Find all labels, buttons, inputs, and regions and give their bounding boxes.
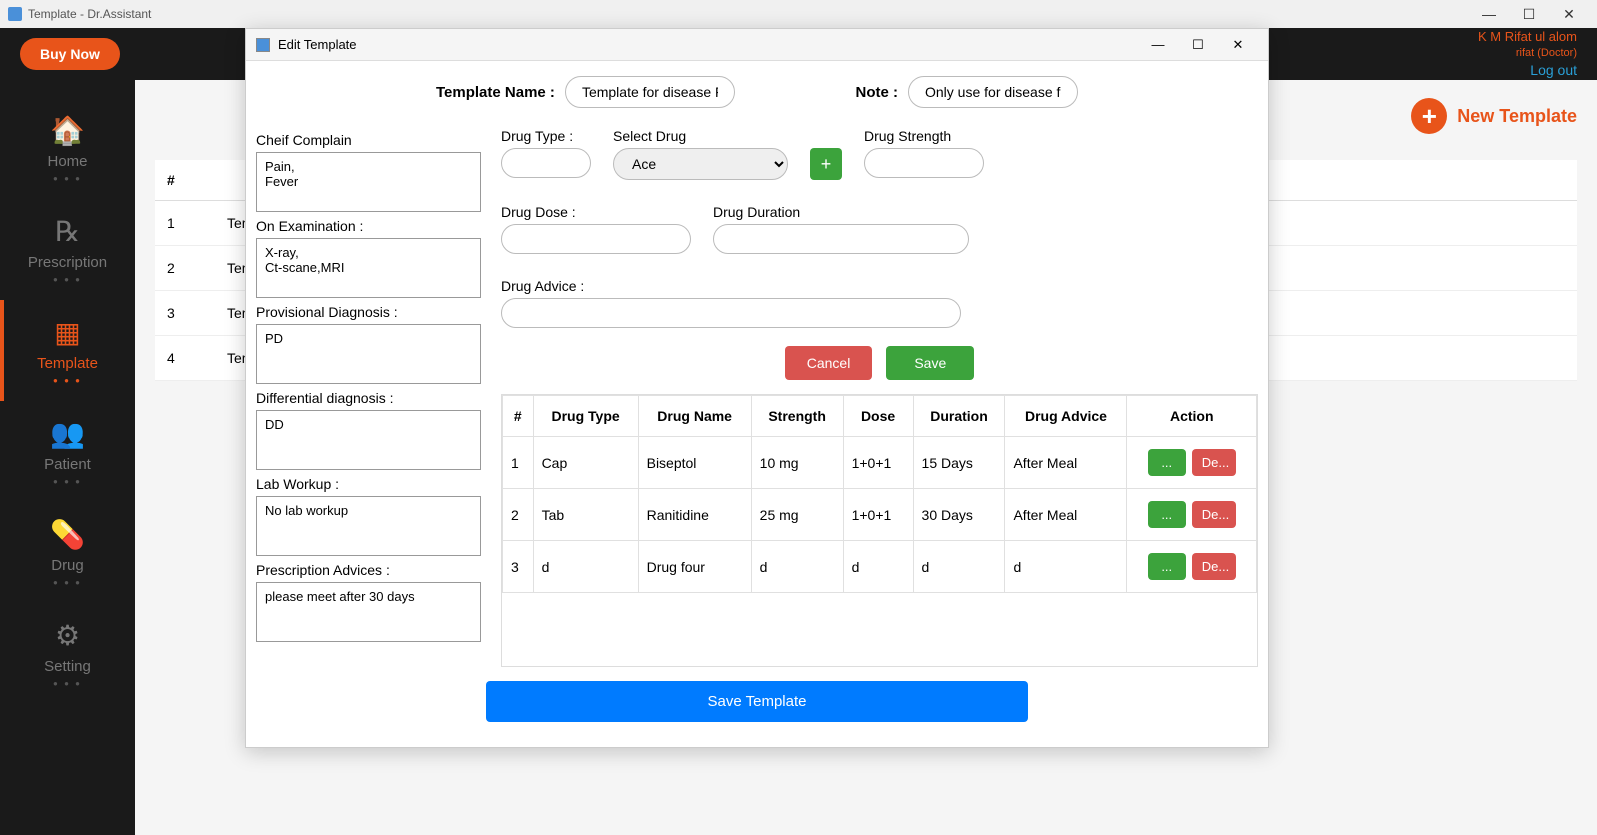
chief-complain-input[interactable]: Pain, Fever <box>256 152 481 212</box>
modal-maximize-button[interactable]: ☐ <box>1178 29 1218 61</box>
save-button[interactable]: Save <box>886 346 974 380</box>
drug-dose-label: Drug Dose : <box>501 204 691 220</box>
drug-table: # Drug Type Drug Name Strength Dose Dura… <box>501 394 1258 667</box>
select-drug-dropdown[interactable]: Ace <box>613 148 788 180</box>
app-icon <box>8 7 22 21</box>
lab-workup-input[interactable]: No lab workup <box>256 496 481 556</box>
patient-icon: 👥 <box>50 417 85 450</box>
table-row: 1 Cap Biseptol 10 mg 1+0+1 15 Days After… <box>503 437 1257 489</box>
drug-strength-input[interactable] <box>864 148 984 178</box>
modal-titlebar: Edit Template — ☐ ✕ <box>246 29 1268 61</box>
modal-close-button[interactable]: ✕ <box>1218 29 1258 61</box>
chief-complain-label: Cheif Complain <box>256 132 481 148</box>
delete-row-button[interactable]: De... <box>1192 553 1236 580</box>
table-row: 2 Tab Ranitidine 25 mg 1+0+1 30 Days Aft… <box>503 489 1257 541</box>
logout-link[interactable]: Log out <box>1478 61 1577 79</box>
delete-row-button[interactable]: De... <box>1192 501 1236 528</box>
modal-icon <box>256 38 270 52</box>
setting-icon: ⚙ <box>55 619 80 652</box>
buy-now-button[interactable]: Buy Now <box>20 38 120 70</box>
drug-duration-input[interactable] <box>713 224 969 254</box>
diff-diag-input[interactable]: DD <box>256 410 481 470</box>
close-button[interactable]: ✕ <box>1549 0 1589 28</box>
edit-row-button[interactable]: ... <box>1148 501 1186 528</box>
plus-icon: + <box>1411 98 1447 134</box>
note-label: Note : <box>856 84 899 101</box>
delete-row-button[interactable]: De... <box>1192 449 1236 476</box>
sidebar-item-label: Setting <box>44 658 91 675</box>
table-row: 3 d Drug four d d d d ... De... <box>503 541 1257 593</box>
col-drug-type: Drug Type <box>533 396 638 437</box>
drug-type-input[interactable] <box>501 148 591 178</box>
modal-minimize-button[interactable]: — <box>1138 29 1178 61</box>
new-template-button[interactable]: + New Template <box>1411 98 1577 134</box>
add-drug-button[interactable]: + <box>810 148 842 180</box>
drug-dose-input[interactable] <box>501 224 691 254</box>
drug-advice-label: Drug Advice : <box>501 278 961 294</box>
os-titlebar: Template - Dr.Assistant — ☐ ✕ <box>0 0 1597 28</box>
sidebar-item-home[interactable]: 🏠 Home ● ● ● <box>0 98 135 199</box>
sidebar-item-label: Home <box>47 153 87 170</box>
prescription-icon: ℞ <box>55 215 80 248</box>
sidebar-item-label: Template <box>37 355 98 372</box>
sidebar-item-patient[interactable]: 👥 Patient ● ● ● <box>0 401 135 502</box>
sidebar-item-setting[interactable]: ⚙ Setting ● ● ● <box>0 603 135 704</box>
col-dose: Dose <box>843 396 913 437</box>
sidebar: 🏠 Home ● ● ● ℞ Prescription ● ● ● ▦ Temp… <box>0 80 135 835</box>
new-template-label: New Template <box>1457 106 1577 127</box>
edit-template-modal: Edit Template — ☐ ✕ Template Name : Note… <box>245 28 1269 748</box>
drug-duration-label: Drug Duration <box>713 204 969 220</box>
sidebar-item-template[interactable]: ▦ Template ● ● ● <box>0 300 135 401</box>
prov-diag-input[interactable]: PD <box>256 324 481 384</box>
minimize-button[interactable]: — <box>1469 0 1509 28</box>
user-name: K M Rifat ul alom <box>1478 29 1577 46</box>
cancel-button[interactable]: Cancel <box>785 346 873 380</box>
home-icon: 🏠 <box>50 114 85 147</box>
list-header-num: # <box>155 160 215 200</box>
maximize-button[interactable]: ☐ <box>1509 0 1549 28</box>
col-num: # <box>503 396 534 437</box>
edit-row-button[interactable]: ... <box>1148 553 1186 580</box>
sidebar-item-prescription[interactable]: ℞ Prescription ● ● ● <box>0 199 135 300</box>
col-strength: Strength <box>751 396 843 437</box>
drug-type-label: Drug Type : <box>501 128 591 144</box>
edit-row-button[interactable]: ... <box>1148 449 1186 476</box>
on-exam-input[interactable]: X-ray, Ct-scane,MRI <box>256 238 481 298</box>
sidebar-item-label: Prescription <box>28 254 107 271</box>
window-title: Template - Dr.Assistant <box>28 7 151 21</box>
modal-title: Edit Template <box>278 37 357 52</box>
save-template-button[interactable]: Save Template <box>486 681 1028 722</box>
prov-diag-label: Provisional Diagnosis : <box>256 304 481 320</box>
drug-icon: 💊 <box>50 518 85 551</box>
col-drug-name: Drug Name <box>638 396 751 437</box>
drug-advice-input[interactable] <box>501 298 961 328</box>
col-action: Action <box>1127 396 1257 437</box>
on-exam-label: On Examination : <box>256 218 481 234</box>
template-icon: ▦ <box>54 316 80 349</box>
drug-strength-label: Drug Strength <box>864 128 984 144</box>
template-name-label: Template Name : <box>436 84 555 101</box>
presc-advice-input[interactable]: please meet after 30 days <box>256 582 481 642</box>
sidebar-item-label: Drug <box>51 557 84 574</box>
select-drug-label: Select Drug <box>613 128 788 144</box>
note-input[interactable] <box>908 76 1078 108</box>
col-duration: Duration <box>913 396 1005 437</box>
diff-diag-label: Differential diagnosis : <box>256 390 481 406</box>
sidebar-item-label: Patient <box>44 456 91 473</box>
user-info: K M Rifat ul alom rifat (Doctor) Log out <box>1478 29 1577 78</box>
user-role: rifat (Doctor) <box>1478 46 1577 60</box>
lab-workup-label: Lab Workup : <box>256 476 481 492</box>
col-advice: Drug Advice <box>1005 396 1127 437</box>
presc-advice-label: Prescription Advices : <box>256 562 481 578</box>
sidebar-item-drug[interactable]: 💊 Drug ● ● ● <box>0 502 135 603</box>
template-name-input[interactable] <box>565 76 735 108</box>
